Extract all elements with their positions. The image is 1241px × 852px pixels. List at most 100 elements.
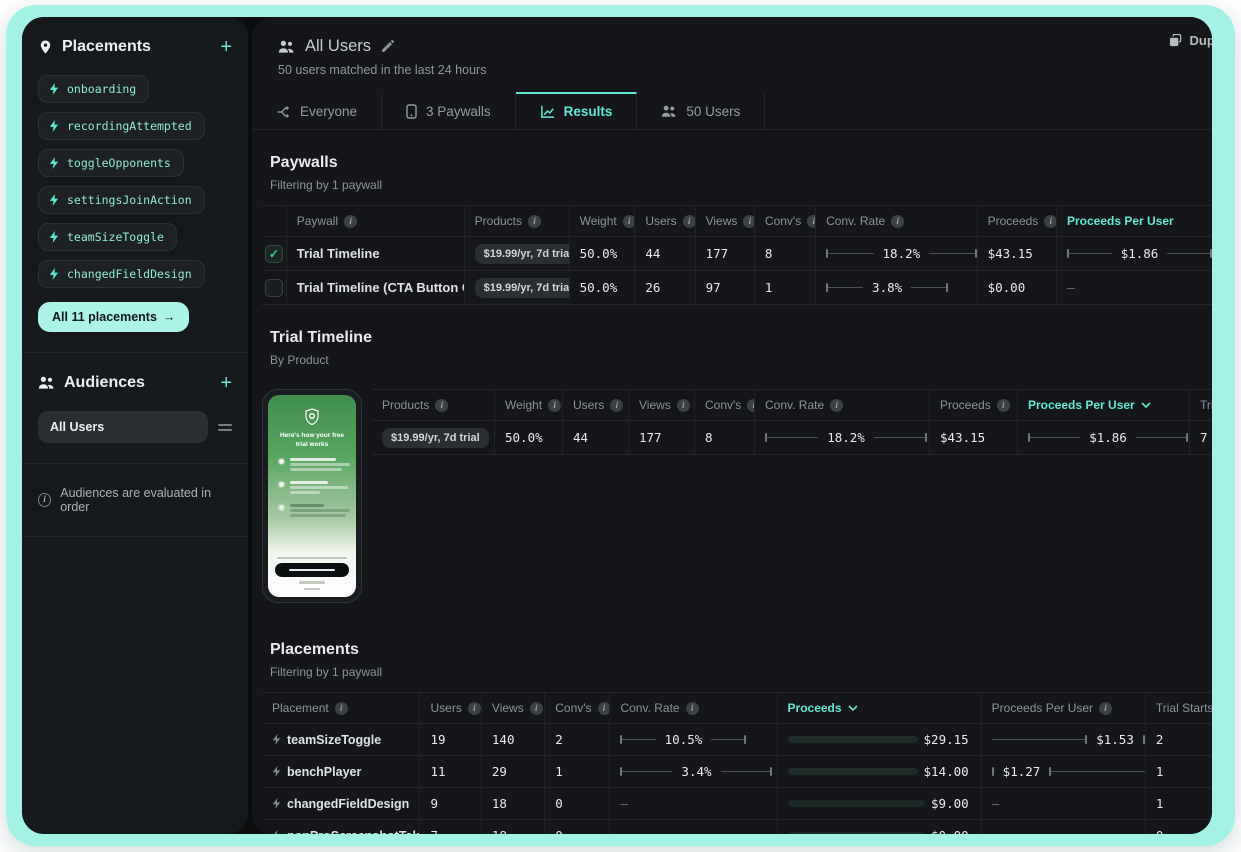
placement-row[interactable]: teamSizeToggle 19 140 2 10.5% $29.15 $1.…	[262, 723, 1212, 755]
placement-name: benchPlayer	[287, 765, 361, 779]
arrow-right-icon: →	[163, 310, 176, 324]
info-icon[interactable]: i	[468, 702, 481, 715]
trial-starts-value: 2	[1145, 724, 1212, 755]
paywalls-section-subtitle: Filtering by 1 paywall	[270, 178, 1212, 192]
proceeds-bar-cell: $0.00	[777, 820, 981, 834]
views-value: 18	[481, 788, 544, 819]
placement-tag[interactable]: onboarding	[38, 75, 149, 103]
all-placements-button[interactable]: All 11 placements →	[38, 302, 189, 332]
info-icon[interactable]: i	[997, 399, 1010, 412]
bolt-icon	[272, 830, 281, 834]
column-header-proceeds[interactable]: Proceeds	[788, 701, 842, 715]
row-checkbox-unchecked[interactable]	[265, 279, 283, 297]
paywall-screen-title: Here's how your free trial works	[268, 431, 356, 449]
placement-tag[interactable]: changedFieldDesign	[38, 260, 205, 288]
paywall-row[interactable]: Trial Timeline (CTA Button Change) $19.9…	[262, 270, 1212, 304]
column-header-convs[interactable]: Conv's	[705, 398, 741, 412]
column-header-conv-rate[interactable]: Conv. Rate	[620, 701, 679, 715]
column-header-views[interactable]: Views	[639, 398, 671, 412]
info-icon[interactable]: i	[344, 215, 357, 228]
column-header-convs[interactable]: Conv's	[555, 701, 591, 715]
drag-handle-icon[interactable]	[218, 424, 232, 431]
ppu-empty: –	[992, 796, 1000, 811]
column-header-trial-starts[interactable]: Trial Starts	[1200, 398, 1212, 412]
info-icon[interactable]: i	[530, 702, 543, 715]
ppu-interval: $1.86	[1067, 246, 1212, 261]
column-header-proceeds-per-user[interactable]: Proceeds Per User	[1067, 214, 1174, 228]
edit-pencil-icon[interactable]	[381, 40, 394, 53]
info-icon[interactable]: i	[1099, 702, 1112, 715]
tab-paywalls[interactable]: 3 Paywalls	[382, 92, 516, 129]
convs-value: 1	[754, 271, 815, 304]
placement-row[interactable]: benchPlayer 11 29 1 3.4% $14.00 $1.27 1	[262, 755, 1212, 787]
column-header-proceeds-per-user[interactable]: Proceeds Per User	[1028, 398, 1135, 412]
copy-icon	[1169, 34, 1182, 47]
placement-tag-label: recordingAttempted	[67, 119, 192, 133]
tab-users[interactable]: 50 Users	[637, 92, 765, 129]
product-row[interactable]: $19.99/yr, 7d trial 50.0% 44 177 8 18.2%…	[372, 420, 1212, 454]
column-header-proceeds-per-user[interactable]: Proceeds Per User	[992, 701, 1093, 715]
column-header-users[interactable]: Users	[430, 701, 461, 715]
info-icon[interactable]: i	[743, 215, 754, 228]
chevron-down-icon	[848, 705, 858, 711]
info-icon[interactable]: i	[830, 399, 843, 412]
placement-row[interactable]: changedFieldDesign 9 18 0 – $9.00 – 1	[262, 787, 1212, 819]
add-audience-button[interactable]: +	[220, 373, 232, 393]
add-placement-button[interactable]: +	[220, 37, 232, 57]
trial-starts-value: 0	[1145, 820, 1212, 834]
info-icon[interactable]: i	[747, 399, 754, 412]
tab-results[interactable]: Results	[516, 92, 638, 129]
column-header-conv-rate[interactable]: Conv. Rate	[826, 214, 885, 228]
convs-value: 2	[544, 724, 609, 755]
users-icon	[278, 40, 295, 54]
row-checkbox-checked[interactable]: ✓	[265, 245, 283, 263]
info-icon[interactable]: i	[610, 399, 623, 412]
paywall-row[interactable]: ✓ Trial Timeline $19.99/yr, 7d trial 50.…	[262, 236, 1212, 270]
placement-tag[interactable]: recordingAttempted	[38, 112, 205, 140]
info-icon[interactable]: i	[623, 215, 635, 228]
info-icon[interactable]: i	[683, 215, 695, 228]
audience-item-all-users[interactable]: All Users	[38, 411, 208, 443]
divider	[22, 536, 248, 537]
info-icon[interactable]: i	[686, 702, 699, 715]
info-icon[interactable]: i	[435, 399, 448, 412]
weight-value: 50.0%	[494, 421, 562, 454]
info-icon[interactable]: i	[335, 702, 348, 715]
placement-row[interactable]: nonProScreenshotTaken 7 18 0 – $0.00 – 0	[262, 819, 1212, 834]
tab-label: Results	[564, 104, 613, 119]
bolt-icon	[49, 157, 59, 169]
column-header-convs[interactable]: Conv's	[765, 214, 801, 228]
chevron-down-icon	[1141, 402, 1151, 408]
column-header-placement[interactable]: Placement	[272, 701, 329, 715]
duplicate-button[interactable]: Duplicate	[1169, 33, 1212, 48]
column-header-products[interactable]: Products	[475, 214, 522, 228]
info-icon[interactable]: i	[598, 702, 610, 715]
proceeds-value: $14.00	[924, 764, 981, 779]
info-icon[interactable]: i	[1044, 215, 1056, 228]
main-panel: All Users 50 users matched in the last 2…	[252, 17, 1212, 834]
column-header-proceeds[interactable]: Proceeds	[988, 214, 1039, 228]
users-icon	[661, 105, 677, 118]
column-header-users[interactable]: Users	[645, 214, 676, 228]
column-header-trial-starts[interactable]: Trial Starts	[1156, 701, 1212, 715]
column-header-weight[interactable]: Weight	[580, 214, 617, 228]
placement-tag[interactable]: toggleOpponents	[38, 149, 184, 177]
column-header-weight[interactable]: Weight	[505, 398, 542, 412]
info-icon[interactable]: i	[807, 215, 815, 228]
info-icon[interactable]: i	[891, 215, 904, 228]
info-icon[interactable]: i	[677, 399, 690, 412]
column-header-conv-rate[interactable]: Conv. Rate	[765, 398, 824, 412]
column-header-views[interactable]: Views	[706, 214, 738, 228]
column-header-products[interactable]: Products	[382, 398, 429, 412]
column-header-proceeds[interactable]: Proceeds	[940, 398, 991, 412]
main-header: All Users 50 users matched in the last 2…	[252, 17, 1212, 77]
column-header-paywall[interactable]: Paywall	[297, 214, 338, 228]
paywall-phone-preview[interactable]: Here's how your free trial works	[262, 389, 362, 603]
column-header-users[interactable]: Users	[573, 398, 604, 412]
column-header-views[interactable]: Views	[492, 701, 524, 715]
placement-tag[interactable]: settingsJoinAction	[38, 186, 205, 214]
info-icon[interactable]: i	[548, 399, 561, 412]
placement-tag[interactable]: teamSizeToggle	[38, 223, 177, 251]
tab-everyone[interactable]: Everyone	[252, 92, 382, 129]
info-icon[interactable]: i	[528, 215, 541, 228]
